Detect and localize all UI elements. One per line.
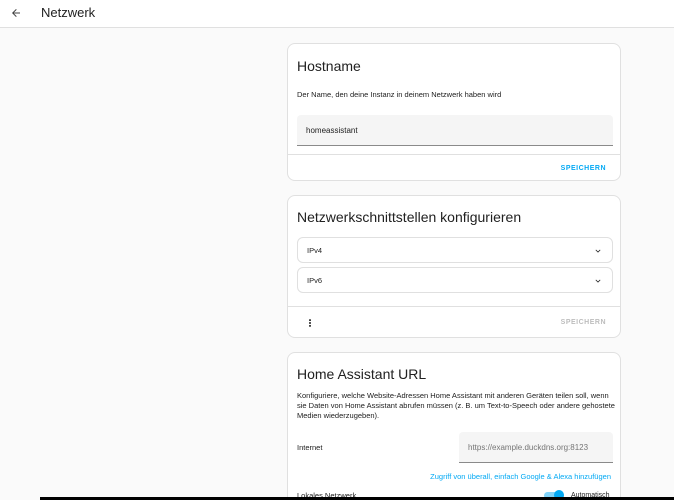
ipv4-expander[interactable]: IPv4 [297,237,613,263]
hostname-card-title: Hostname [297,58,361,74]
hostname-card: Hostname Der Name, den deine Instanz in … [287,43,621,181]
ipv4-label: IPv4 [307,245,323,255]
chevron-down-icon [595,249,601,253]
interfaces-save-button[interactable]: SPEICHERN [561,319,606,326]
interfaces-card: Netzwerkschnittstellen konfigurieren IPv… [287,195,621,338]
hostname-input[interactable]: homeassistant [297,115,613,146]
hostname-card-divider [288,154,620,155]
ipv6-label: IPv6 [307,275,323,285]
url-card-title: Home Assistant URL [297,366,427,382]
interfaces-card-divider [288,306,620,307]
interfaces-card-title: Netzwerkschnittstellen konfigurieren [297,209,522,225]
ipv6-expander[interactable]: IPv6 [297,267,613,293]
more-vert-icon[interactable] [305,317,315,329]
url-description: Konfiguriere, welche Website-Adressen Ho… [297,391,615,420]
arrow-left-icon [12,9,20,17]
hostname-description: Der Name, den deine Instanz in deinem Ne… [297,90,502,99]
internet-url-input[interactable]: https://example.duckdns.org:8123 [459,432,613,463]
remote-access-link[interactable]: Zugriff von überall, einfach Google & Al… [430,472,611,481]
page-title: Netzwerk [41,5,96,20]
url-card: Home Assistant URL Konfiguriere, welche … [287,352,621,500]
hostname-save-button[interactable]: SPEICHERN [561,165,606,172]
back-button[interactable] [6,3,26,23]
top-app-bar: Netzwerk [0,0,674,28]
internet-label: Internet [297,443,323,452]
chevron-down-icon [595,279,601,283]
